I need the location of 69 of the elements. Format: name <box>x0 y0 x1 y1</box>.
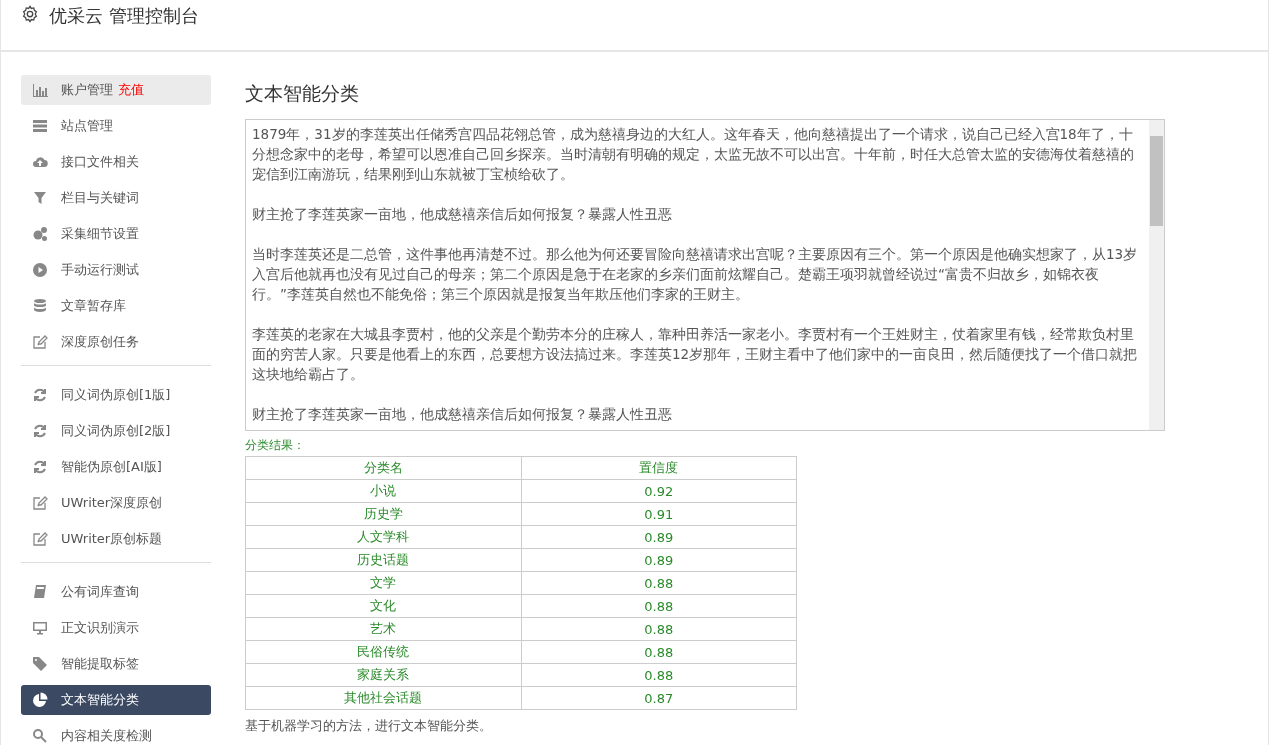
paragraph-text: 财主抢了李莲英家一亩地，他成慈禧亲信后如何报复？暴露人性丑恶 <box>252 405 673 424</box>
table-cell: 文化 <box>245 594 521 618</box>
sidebar-item[interactable]: 正文识别演示 <box>21 613 211 643</box>
sidebar-item[interactable]: 账户管理 充值 <box>21 75 211 105</box>
table-cell: 0.89 <box>521 548 797 572</box>
edit-icon <box>32 531 48 547</box>
sidebar-item[interactable]: 文本智能分类 <box>21 685 211 715</box>
page-title: 文本智能分类 <box>245 81 360 106</box>
table-cell: 文学 <box>245 571 521 595</box>
sidebar-item[interactable]: 采集细节设置 <box>21 219 211 249</box>
table-cell: 0.87 <box>521 686 797 710</box>
table-cell: 0.88 <box>521 617 797 641</box>
settings-icon <box>21 5 39 23</box>
description-text: 基于机器学习的方法，进行文本智能分类。 <box>245 718 493 735</box>
sidebar-item[interactable]: 智能提取标签 <box>21 649 211 679</box>
sidebar-item[interactable]: 栏目与关键词 <box>21 183 211 213</box>
column-header: 置信度 <box>521 456 797 480</box>
table-cell: 人文学科 <box>245 525 521 549</box>
tag-icon <box>32 656 48 672</box>
sidebar-item[interactable]: 内容相关度检测 <box>21 721 211 745</box>
result-label: 分类结果： <box>245 437 306 454</box>
search-icon <box>32 728 48 744</box>
table-cell: 0.88 <box>521 663 797 687</box>
sidebar-item[interactable]: 文章暂存库 <box>21 291 211 321</box>
play-icon <box>32 262 48 278</box>
filter-icon <box>32 190 48 206</box>
table-cell: 0.89 <box>521 525 797 549</box>
sidebar-item[interactable]: 公有词库查询 <box>21 577 211 607</box>
table-cell: 历史学 <box>245 502 521 526</box>
refresh-icon <box>32 459 48 475</box>
sidebar-item[interactable]: 智能伪原创[AI版] <box>21 452 211 482</box>
sidebar-item[interactable]: UWriter原创标题 <box>21 524 211 554</box>
paragraph-text: 1879年，31岁的李莲英出任储秀宫四品花翎总管，成为慈禧身边的大红人。这年春天，他向慈禧提出了一个请求，说自己已经入宫18年了，十分想念家中的老母，希望可以恩准自己回乡探亲。当时清朝有明确的规定，太监无故不可以出宫。十年前，时任大总管太监的安德海仗着慈禧的宠信到江南游玩，结果刚到山东就被丁宝桢给砍了。 <box>252 125 1135 184</box>
edit-icon <box>32 334 48 350</box>
sidebar-item[interactable]: 同义词伪原创[1版] <box>21 380 211 410</box>
scrollbar[interactable] <box>1149 120 1164 430</box>
sidebar-item[interactable]: 同义词伪原创[2版] <box>21 416 211 446</box>
table-cell: 艺术 <box>245 617 521 641</box>
paragraph-text: 财主抢了李莲英家一亩地，他成慈禧亲信后如何报复？暴露人性丑恶 <box>252 205 673 224</box>
table-cell: 其他社会话题 <box>245 686 521 710</box>
table-cell: 家庭关系 <box>245 663 521 687</box>
table-cell: 民俗传统 <box>245 640 521 664</box>
sidebar-item[interactable]: 接口文件相关 <box>21 147 211 177</box>
paragraph-text: 当时李莲英还是二总管，这件事他再清楚不过。那么他为何还要冒险向慈禧请求出宫呢？主要原因有三个。第一个原因是他确实想家了，从13岁入宫后他就再也没有见过自己的母亲；第二个原因是急于在老家的乡亲们面前炫耀自己。楚霸王项羽就曾经说过“富贵不归故乡，如锦衣夜行。”李莲英自然也不能免俗；第三个原因就是报复当年欺压他们李家的王财主。 <box>252 245 1139 304</box>
refresh-icon <box>32 387 48 403</box>
column-header: 分类名 <box>245 456 521 480</box>
sidebar-item[interactable]: 深度原创任务 <box>21 327 211 357</box>
table-cell: 0.88 <box>521 594 797 618</box>
sidebar-item[interactable]: 手动运行测试 <box>21 255 211 285</box>
table-cell: 0.92 <box>521 479 797 503</box>
cloud-icon <box>32 154 48 170</box>
table-cell: 小说 <box>245 479 521 503</box>
paragraph-text: 李莲英的老家在大城县李贾村，他的父亲是个勤劳本分的庄稼人，靠种田养活一家老小。李贾村有一个王姓财主，仗着家里有钱，经常欺负村里面的穷苦人家。只要是他看上的东西，总要想方设法搞过来。李莲英12岁那年，王财主看中了他们家中的一亩良田，然后随便找了一个借口就把这块地给霸占了。 <box>252 325 1139 384</box>
book-icon <box>32 584 48 600</box>
edit-icon <box>32 495 48 511</box>
pie-icon <box>32 692 48 708</box>
server-icon <box>32 118 48 134</box>
table-cell: 0.88 <box>521 571 797 595</box>
table-cell: 历史话题 <box>245 548 521 572</box>
sidebar-item[interactable]: UWriter深度原创 <box>21 488 211 518</box>
monitor-icon <box>32 620 48 636</box>
text-area[interactable] <box>245 119 1165 431</box>
sidebar-item[interactable]: 站点管理 <box>21 111 211 141</box>
app-title: 优采云 管理控制台 <box>49 4 199 28</box>
database-icon <box>32 298 48 314</box>
table-cell: 0.88 <box>521 640 797 664</box>
table-cell: 0.91 <box>521 502 797 526</box>
chart-icon <box>32 82 48 98</box>
refresh-icon <box>32 423 48 439</box>
